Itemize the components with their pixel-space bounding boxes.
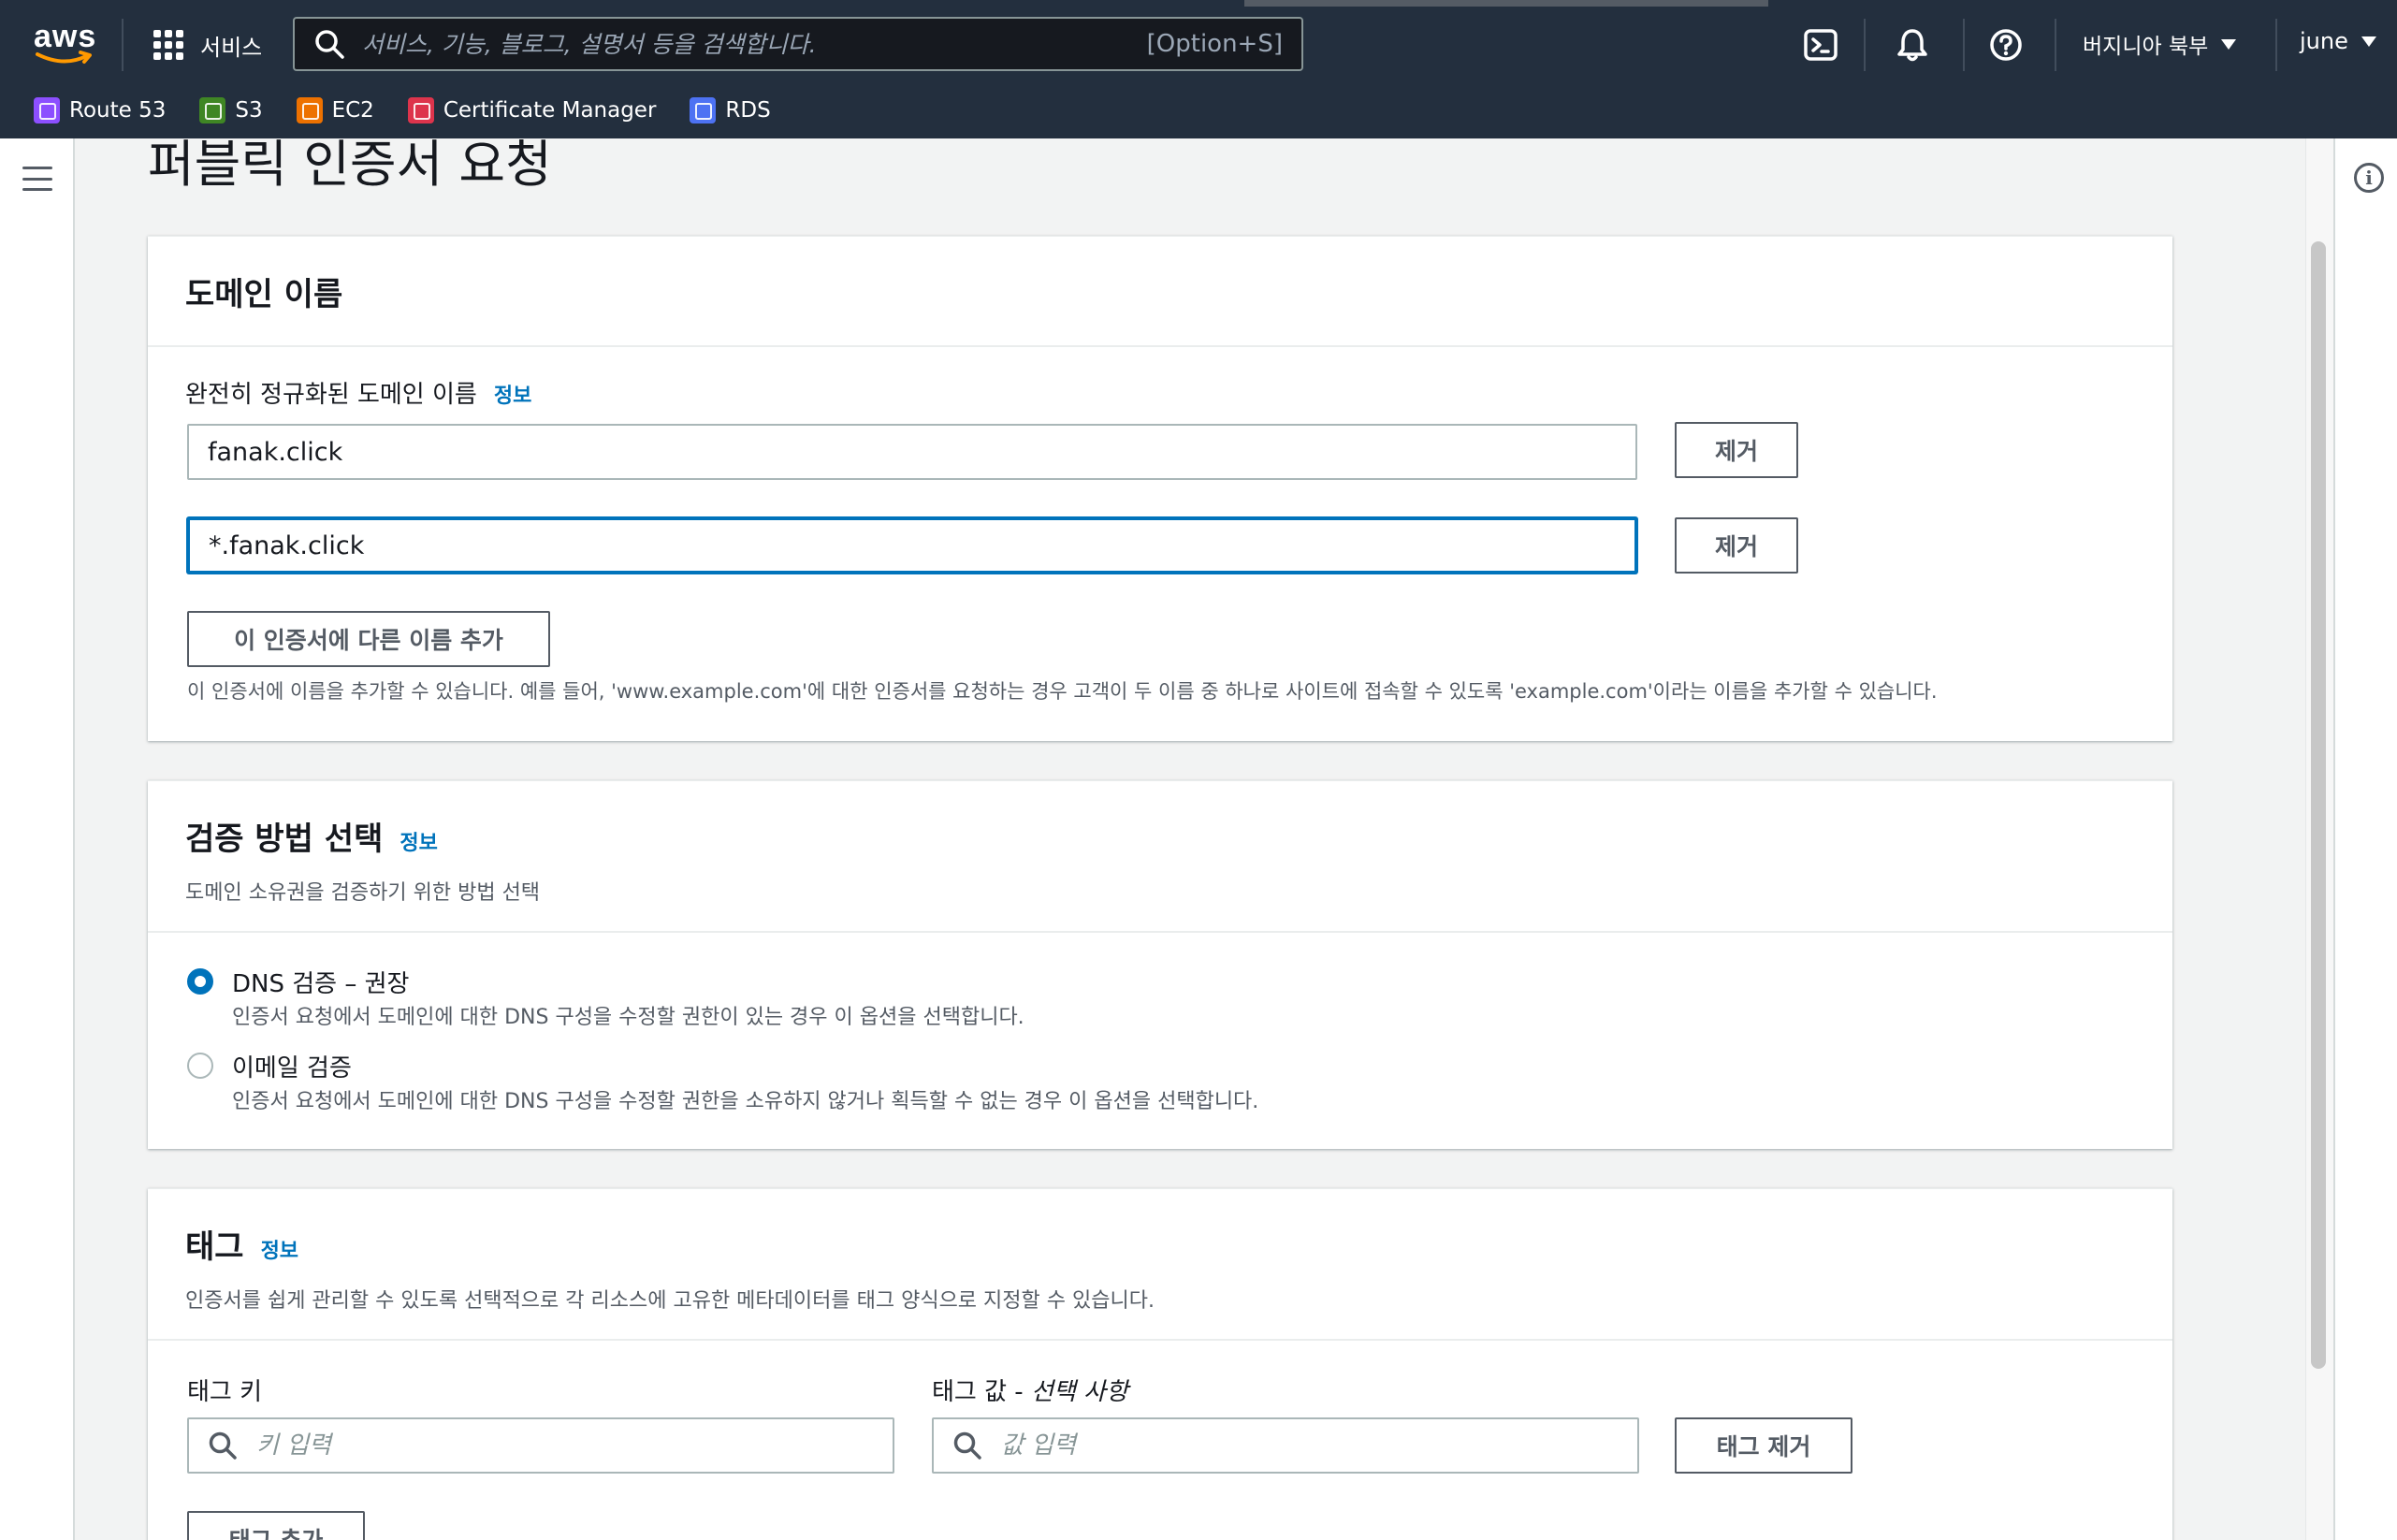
remove-domain-button-1[interactable]: 제거: [1675, 422, 1798, 478]
tag-value-label: 태그 값 - 선택 사항: [932, 1373, 1128, 1407]
domain-name-input-1[interactable]: [187, 424, 1637, 480]
favorite-label: RDS: [725, 98, 771, 123]
tags-panel: 태그 정보 인증서를 쉽게 관리할 수 있도록 선택적으로 각 리소스에 고유한 …: [148, 1188, 2172, 1540]
hamburger-menu-icon[interactable]: [22, 167, 52, 191]
favorite-label: S3: [235, 98, 263, 123]
favorites-bar: Route 53 S3 EC2 Certificate Manager RDS: [34, 94, 771, 127]
top-navigation: aws 서비스 [Option+S] 버지니아 북: [0, 0, 2397, 138]
ec2-service-icon: [296, 97, 323, 123]
loading-bar: [1244, 0, 1768, 7]
fqdn-label: 완전히 정규화된 도메인 이름 정보: [185, 375, 531, 410]
search-icon: [209, 1431, 237, 1460]
bell-icon[interactable]: [1894, 26, 1931, 64]
tags-heading: 태그: [185, 1228, 244, 1266]
tag-key-field[interactable]: [187, 1417, 894, 1474]
aws-smile-icon: [36, 51, 92, 64]
tag-value-input[interactable]: [1001, 1431, 1619, 1460]
dns-validation-radio[interactable]: [187, 968, 213, 995]
tag-key-input[interactable]: [256, 1431, 874, 1460]
tags-info-link[interactable]: 정보: [261, 1240, 298, 1263]
validation-info-link[interactable]: 정보: [400, 832, 437, 855]
dns-validation-label[interactable]: DNS 검증 – 권장: [232, 965, 409, 999]
region-label: 버지니아 북부: [2083, 35, 2209, 59]
cloudshell-icon[interactable]: [1802, 26, 1839, 64]
fqdn-label-text: 완전히 정규화된 도메인 이름: [185, 381, 477, 409]
region-selector[interactable]: 버지니아 북부: [2083, 28, 2237, 60]
favorite-label: EC2: [331, 98, 374, 123]
validation-method-heading: 검증 방법 선택: [185, 821, 384, 858]
search-shortcut-hint: [Option+S]: [1146, 30, 1283, 58]
tag-key-label: 태그 키: [187, 1378, 263, 1406]
nav-divider: [1864, 19, 1866, 71]
scrollbar-thumb[interactable]: [2311, 241, 2326, 1369]
certificate-manager-service-icon: [407, 97, 434, 123]
search-icon: [315, 30, 344, 59]
favorite-ec2[interactable]: EC2: [296, 97, 374, 123]
add-tag-button[interactable]: 태그 추가: [187, 1511, 365, 1540]
tag-value-label-text: 태그 값 -: [932, 1378, 1024, 1406]
email-validation-radio[interactable]: [187, 1053, 213, 1079]
add-name-hint: 이 인증서에 이름을 추가할 수 있습니다. 예를 들어, 'www.examp…: [187, 680, 1938, 703]
dns-validation-description: 인증서 요청에서 도메인에 대한 DNS 구성을 수정할 권한이 있는 경우 이…: [232, 1006, 1024, 1029]
tag-value-optional-text: 선택 사항: [1030, 1378, 1128, 1406]
domain-name-input-2[interactable]: [187, 517, 1637, 574]
email-validation-description: 인증서 요청에서 도메인에 대한 DNS 구성을 수정할 권한을 소유하지 않거…: [232, 1090, 1259, 1113]
validation-method-description: 도메인 소유권을 검증하기 위한 방법 선택: [185, 881, 541, 905]
nav-divider: [2275, 19, 2277, 71]
favorite-label: Certificate Manager: [443, 98, 657, 123]
info-panel-icon[interactable]: i: [2354, 163, 2384, 193]
validation-method-header: 검증 방법 선택 정보 도메인 소유권을 검증하기 위한 방법 선택: [148, 781, 2172, 933]
s3-service-icon: [199, 97, 226, 123]
remove-tag-button[interactable]: 태그 제거: [1675, 1417, 1852, 1474]
tag-value-field[interactable]: [932, 1417, 1639, 1474]
validation-method-panel: 검증 방법 선택 정보 도메인 소유권을 검증하기 위한 방법 선택 DNS 검증…: [148, 780, 2172, 1149]
aws-logo-text: aws: [34, 19, 97, 54]
favorite-s3[interactable]: S3: [199, 97, 263, 123]
favorite-route53[interactable]: Route 53: [34, 97, 166, 123]
favorite-label: Route 53: [69, 98, 167, 123]
global-search[interactable]: [Option+S]: [293, 17, 1303, 71]
favorite-rds[interactable]: RDS: [690, 97, 771, 123]
left-side-rail: [0, 138, 75, 1540]
help-icon[interactable]: [1987, 26, 2025, 64]
caret-down-icon: [2221, 38, 2237, 50]
services-menu-button[interactable]: 서비스: [153, 21, 262, 69]
tags-header: 태그 정보 인증서를 쉽게 관리할 수 있도록 선택적으로 각 리소스에 고유한 …: [148, 1189, 2172, 1341]
rds-service-icon: [690, 97, 717, 123]
aws-logo[interactable]: aws: [34, 19, 97, 67]
grid-icon: [153, 30, 183, 60]
nav-divider: [1963, 19, 1965, 71]
domain-names-heading: 도메인 이름: [185, 276, 343, 313]
caret-down-icon: [2361, 36, 2376, 47]
remove-domain-button-2[interactable]: 제거: [1675, 517, 1798, 574]
route53-service-icon: [34, 97, 60, 123]
domain-names-header: 도메인 이름: [148, 237, 2172, 347]
add-another-name-button[interactable]: 이 인증서에 다른 이름 추가: [187, 611, 550, 667]
domain-names-panel: 도메인 이름 완전히 정규화된 도메인 이름 정보 제거 제거 이 인증서에 다른…: [148, 236, 2172, 741]
account-menu[interactable]: june: [2300, 28, 2376, 54]
page-title: 퍼블릭 인증서 요청: [148, 135, 552, 194]
email-validation-label[interactable]: 이메일 검증: [232, 1049, 352, 1083]
nav-divider: [122, 19, 123, 71]
fqdn-info-link[interactable]: 정보: [494, 385, 531, 408]
services-label: 서비스: [200, 34, 263, 61]
nav-divider: [2055, 19, 2056, 71]
right-side-rail: i: [2333, 138, 2397, 1540]
favorite-certificate-manager[interactable]: Certificate Manager: [407, 97, 657, 123]
search-icon: [953, 1431, 981, 1460]
global-search-input[interactable]: [362, 30, 1147, 58]
user-label: june: [2300, 28, 2348, 54]
tags-description: 인증서를 쉽게 관리할 수 있도록 선택적으로 각 리소스에 고유한 메타데이터…: [185, 1289, 1155, 1313]
